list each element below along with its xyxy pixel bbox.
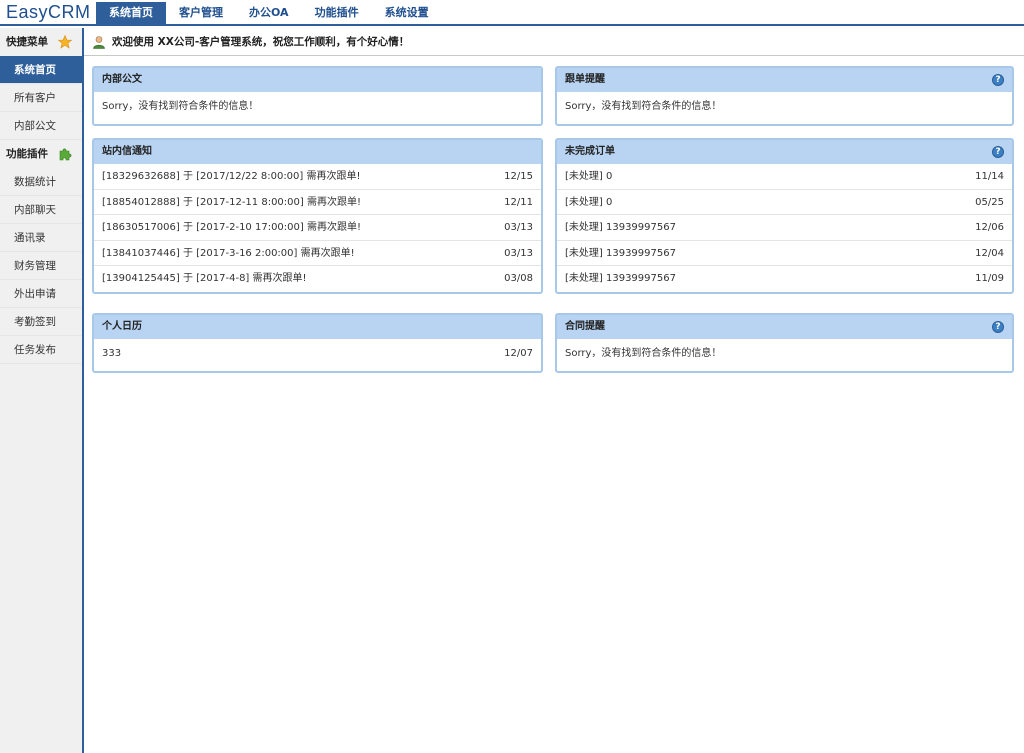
list-item[interactable]: [13841037446] 于 [2017-3-16 2:00:00] 需再次跟… — [94, 241, 541, 266]
sidebar-section-title: 功能插件 — [6, 148, 48, 160]
nav-tab-settings[interactable]: 系统设置 — [372, 2, 442, 26]
panel-title: 内部公文 — [102, 74, 142, 85]
item-text: 333 — [102, 348, 122, 359]
item-date: 12/06 — [975, 222, 1004, 233]
item-date: 03/13 — [504, 247, 533, 259]
item-date: 03/08 — [504, 273, 533, 284]
item-text: [18630517006] 于 [2017-2-10 17:00:00] 需再次… — [102, 222, 361, 233]
panel-pending-orders: 未完成订单 ? [未处理] 0 11/14 [未处理] 0 05/25 [未处理] … — [555, 138, 1014, 294]
panel-header: 个人日历 — [94, 315, 541, 339]
panel-title: 站内信通知 — [102, 146, 152, 157]
panel-followup-reminder: 跟单提醒 ? Sorry，没有找到符合条件的信息！ — [555, 66, 1014, 126]
item-date: 12/15 — [504, 171, 533, 182]
panel-contract-reminder: 合同提醒 ? Sorry，没有找到符合条件的信息！ — [555, 313, 1014, 373]
sidebar-item-contacts[interactable]: 通讯录 — [0, 224, 82, 252]
list-item[interactable]: [未处理] 0 05/25 — [557, 190, 1012, 215]
item-text: [未处理] 13939997567 — [565, 247, 676, 259]
item-date: 03/13 — [504, 222, 533, 233]
empty-message: Sorry，没有找到符合条件的信息！ — [565, 101, 722, 112]
panel-header: 内部公文 — [94, 68, 541, 92]
item-text: [未处理] 13939997567 — [565, 222, 676, 233]
list-item[interactable]: [未处理] 13939997567 11/09 — [557, 266, 1012, 292]
panel-title: 跟单提醒 — [565, 74, 605, 85]
sidebar-item-outing-request[interactable]: 外出申请 — [0, 280, 82, 308]
sidebar-item-attendance[interactable]: 考勤签到 — [0, 308, 82, 336]
user-icon — [93, 35, 105, 49]
item-date: 12/07 — [504, 348, 533, 359]
nav-tab-plugins[interactable]: 功能插件 — [302, 2, 372, 26]
item-text: [13904125445] 于 [2017-4-8] 需再次跟单! — [102, 273, 307, 284]
welcome-bar: 欢迎使用 XX公司-客户管理系统，祝您工作顺利，有个好心情！ — [84, 28, 1024, 56]
empty-message: Sorry，没有找到符合条件的信息！ — [565, 348, 722, 359]
list-item[interactable]: [13904125445] 于 [2017-4-8] 需再次跟单! 03/08 — [94, 266, 541, 292]
list-item[interactable]: [未处理] 13939997567 12/06 — [557, 215, 1012, 241]
sidebar: 快捷菜单 系统首页 所有客户 内部公文 功能插件 数据统计 内部聊天 通讯录 财… — [0, 28, 84, 753]
panel-header: 站内信通知 — [94, 140, 541, 164]
empty-message: Sorry，没有找到符合条件的信息！ — [102, 101, 259, 112]
item-date: 05/25 — [975, 196, 1004, 208]
nav-tab-office-oa[interactable]: 办公OA — [236, 2, 302, 26]
panel-header: 未完成订单 ? — [557, 140, 1012, 164]
sidebar-item-tasks[interactable]: 任务发布 — [0, 336, 82, 364]
panel-messages: 站内信通知 [18329632688] 于 [2017/12/22 8:00:0… — [92, 138, 543, 294]
panel-header: 合同提醒 ? — [557, 315, 1012, 339]
item-text: [未处理] 0 — [565, 196, 613, 208]
star-icon — [58, 35, 72, 49]
main-content: 欢迎使用 XX公司-客户管理系统，祝您工作顺利，有个好心情！ 内部公文 Sorr… — [84, 28, 1024, 753]
item-date: 12/04 — [975, 247, 1004, 259]
help-icon[interactable]: ? — [992, 321, 1004, 333]
welcome-message: 欢迎使用 XX公司-客户管理系统，祝您工作顺利，有个好心情！ — [112, 35, 410, 48]
item-date: 12/11 — [504, 196, 533, 208]
list-item[interactable]: [18329632688] 于 [2017/12/22 8:00:00] 需再次… — [94, 164, 541, 190]
sidebar-section-quick-menu: 快捷菜单 — [0, 28, 82, 56]
item-text: [未处理] 13939997567 — [565, 273, 676, 284]
panel-personal-calendar: 个人日历 333 12/07 — [92, 313, 543, 373]
sidebar-section-plugins: 功能插件 — [0, 140, 82, 168]
list-item[interactable]: [未处理] 13939997567 12/04 — [557, 241, 1012, 266]
puzzle-icon — [59, 148, 72, 161]
item-text: [18854012888] 于 [2017-12-11 8:00:00] 需再次… — [102, 196, 361, 208]
item-text: [13841037446] 于 [2017-3-16 2:00:00] 需再次跟… — [102, 247, 355, 259]
sidebar-section-title: 快捷菜单 — [6, 36, 48, 48]
panel-header: 跟单提醒 ? — [557, 68, 1012, 92]
panel-internal-docs: 内部公文 Sorry，没有找到符合条件的信息！ — [92, 66, 543, 126]
main-nav: 系统首页 客户管理 办公OA 功能插件 系统设置 — [96, 2, 442, 26]
list-item[interactable]: [18630517006] 于 [2017-2-10 17:00:00] 需再次… — [94, 215, 541, 241]
help-icon[interactable]: ? — [992, 74, 1004, 86]
sidebar-item-finance[interactable]: 财务管理 — [0, 252, 82, 280]
nav-tab-customers[interactable]: 客户管理 — [166, 2, 236, 26]
sidebar-item-statistics[interactable]: 数据统计 — [0, 168, 82, 196]
panel-title: 合同提醒 — [565, 321, 605, 332]
sidebar-item-chat[interactable]: 内部聊天 — [0, 196, 82, 224]
sidebar-item-all-customers[interactable]: 所有客户 — [0, 84, 82, 112]
panel-title: 未完成订单 — [565, 146, 615, 157]
nav-tab-home[interactable]: 系统首页 — [96, 2, 166, 26]
app-logo[interactable]: EasyCRM — [6, 2, 91, 23]
item-date: 11/14 — [975, 171, 1004, 182]
list-item[interactable]: [未处理] 0 11/14 — [557, 164, 1012, 190]
help-icon[interactable]: ? — [992, 146, 1004, 158]
sidebar-item-internal-docs[interactable]: 内部公文 — [0, 112, 82, 140]
sidebar-item-home[interactable]: 系统首页 — [0, 56, 82, 84]
list-item[interactable]: 333 12/07 — [94, 339, 541, 369]
item-text: [18329632688] 于 [2017/12/22 8:00:00] 需再次… — [102, 171, 361, 182]
panel-title: 个人日历 — [102, 321, 142, 332]
item-text: [未处理] 0 — [565, 171, 613, 182]
item-date: 11/09 — [975, 273, 1004, 284]
list-item[interactable]: [18854012888] 于 [2017-12-11 8:00:00] 需再次… — [94, 190, 541, 215]
top-bar: EasyCRM 系统首页 客户管理 办公OA 功能插件 系统设置 — [0, 0, 1024, 26]
